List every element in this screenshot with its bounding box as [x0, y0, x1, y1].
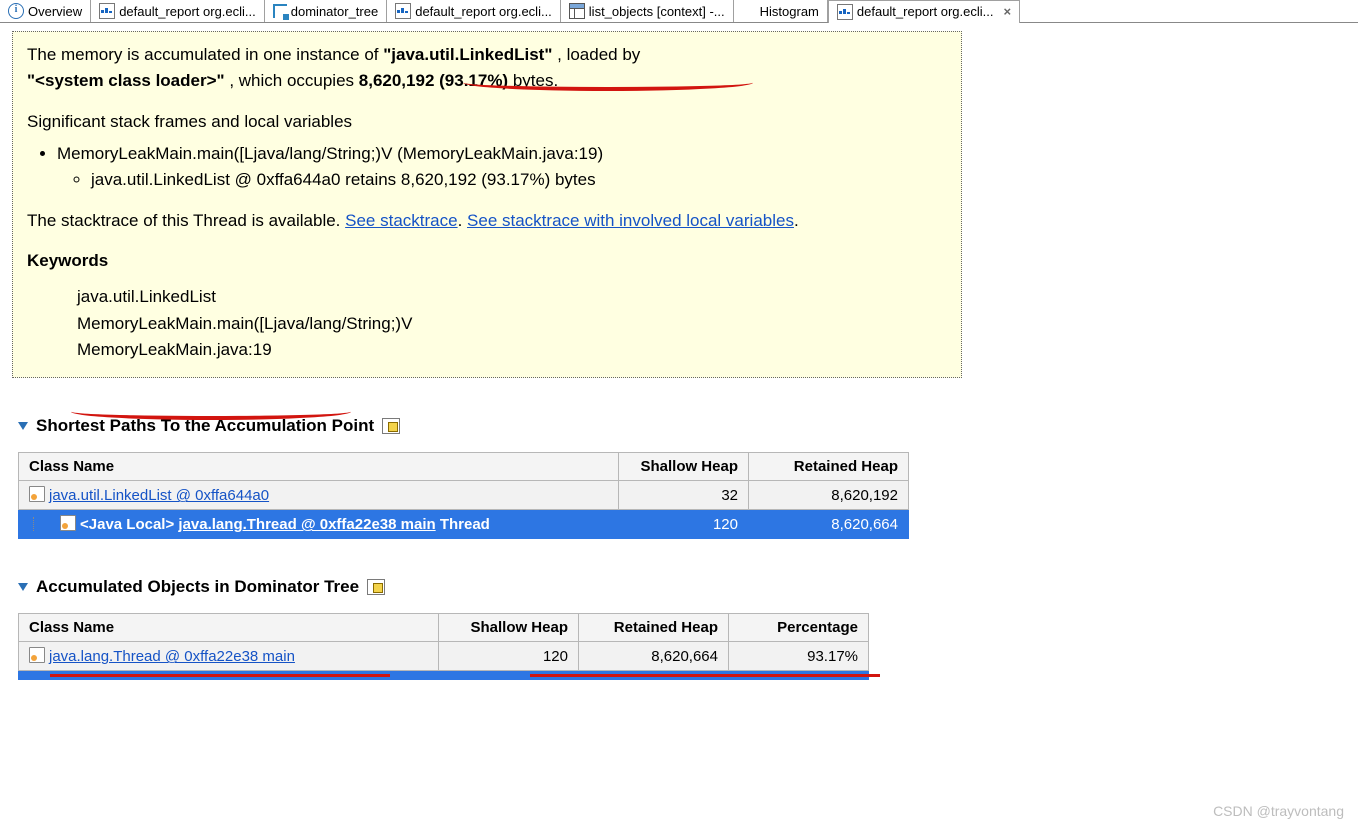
col-shallow-heap[interactable]: Shallow Heap: [619, 453, 749, 481]
problem-description-panel: The memory is accumulated in one instanc…: [12, 31, 962, 378]
table-header-row: Class Name Shallow Heap Retained Heap Pe…: [19, 614, 869, 642]
keywords-heading: Keywords: [27, 248, 947, 274]
col-shallow-heap[interactable]: Shallow Heap: [439, 614, 579, 642]
shallow-heap-value: 120: [439, 642, 579, 671]
histogram-icon: [742, 4, 756, 18]
col-class-name[interactable]: Class Name: [19, 614, 439, 642]
annotation-underline: [50, 674, 390, 677]
section-title: Accumulated Objects in Dominator Tree: [36, 577, 359, 597]
tab-histogram[interactable]: Histogram: [734, 0, 828, 22]
object-link[interactable]: java.lang.Thread @ 0xffa22e38 main: [178, 516, 435, 533]
tab-default-report-active[interactable]: default_report org.ecli... ×: [828, 0, 1020, 23]
watermark: CSDN @trayvontang: [1213, 803, 1344, 819]
accumulated-objects-table: Class Name Shallow Heap Retained Heap Pe…: [18, 613, 869, 680]
tab-overview[interactable]: i Overview: [0, 0, 91, 22]
close-icon[interactable]: ×: [1003, 4, 1011, 19]
table-icon: [569, 3, 585, 19]
annotation-underline: [530, 674, 880, 677]
object-icon: [29, 647, 45, 663]
tab-default-report-2[interactable]: default_report org.ecli...: [387, 0, 561, 22]
percentage-value: 93.17%: [729, 642, 869, 671]
info-icon: i: [8, 3, 24, 19]
tab-label: Overview: [28, 4, 82, 19]
retained-heap-value: 8,620,664: [579, 642, 729, 671]
class-loader: "<system class loader>": [27, 71, 225, 90]
col-percentage[interactable]: Percentage: [729, 614, 869, 642]
table-header-row: Class Name Shallow Heap Retained Heap: [19, 453, 909, 481]
tab-label: Histogram: [760, 4, 819, 19]
object-link[interactable]: java.lang.Thread @ 0xffa22e38 main: [49, 648, 295, 665]
tab-label: default_report org.ecli...: [119, 4, 256, 19]
tab-list-objects[interactable]: list_objects [context] -...: [561, 0, 734, 22]
report-icon: [395, 3, 411, 19]
editor-tabs: i Overview default_report org.ecli... do…: [0, 0, 1358, 23]
see-stacktrace-link[interactable]: See stacktrace: [345, 211, 457, 230]
query-icon: [367, 579, 385, 595]
table-row[interactable]: java.lang.Thread @ 0xffa22e38 main 120 8…: [19, 642, 869, 671]
tab-label: default_report org.ecli...: [415, 4, 552, 19]
tab-label: dominator_tree: [291, 4, 378, 19]
object-link[interactable]: java.util.LinkedList @ 0xffa644a0: [49, 487, 269, 504]
chevron-down-icon[interactable]: [18, 583, 28, 591]
stack-frame: MemoryLeakMain.main([Ljava/lang/String;)…: [57, 141, 947, 167]
chevron-down-icon[interactable]: [18, 422, 28, 430]
class-name: "java.util.LinkedList": [383, 45, 552, 64]
keyword: java.util.LinkedList: [77, 284, 947, 310]
section-accumulated-objects[interactable]: Accumulated Objects in Dominator Tree: [18, 577, 1358, 597]
tab-label: list_objects [context] -...: [589, 4, 725, 19]
see-stacktrace-vars-link[interactable]: See stacktrace with involved local varia…: [467, 211, 794, 230]
tree-icon: [273, 4, 287, 18]
tab-dominator-tree[interactable]: dominator_tree: [265, 0, 387, 22]
col-retained-heap[interactable]: Retained Heap: [749, 453, 909, 481]
tab-label: default_report org.ecli...: [857, 4, 994, 19]
stack-frames-heading: Significant stack frames and local varia…: [27, 109, 947, 135]
stack-frame-detail: java.util.LinkedList @ 0xffa644a0 retain…: [91, 167, 947, 193]
retained-heap-value: 8,620,664: [749, 510, 909, 539]
keyword: MemoryLeakMain.java:19: [77, 337, 947, 363]
object-icon: [29, 486, 45, 502]
stacktrace-links: The stacktrace of this Thread is availab…: [27, 208, 947, 234]
shortest-paths-table: Class Name Shallow Heap Retained Heap ja…: [18, 452, 909, 539]
table-row[interactable]: java.util.LinkedList @ 0xffa644a0 32 8,6…: [19, 481, 909, 510]
col-retained-heap[interactable]: Retained Heap: [579, 614, 729, 642]
table-row-selected[interactable]: <Java Local> java.lang.Thread @ 0xffa22e…: [19, 510, 909, 539]
shallow-heap-value: 32: [619, 481, 749, 510]
shallow-heap-value: 120: [619, 510, 749, 539]
query-icon: [382, 418, 400, 434]
object-icon: [60, 515, 76, 531]
report-icon: [837, 4, 853, 20]
retained-heap-value: 8,620,192: [749, 481, 909, 510]
report-icon: [99, 3, 115, 19]
keyword: MemoryLeakMain.main([Ljava/lang/String;)…: [77, 311, 947, 337]
tab-default-report-1[interactable]: default_report org.ecli...: [91, 0, 265, 22]
col-class-name[interactable]: Class Name: [19, 453, 619, 481]
